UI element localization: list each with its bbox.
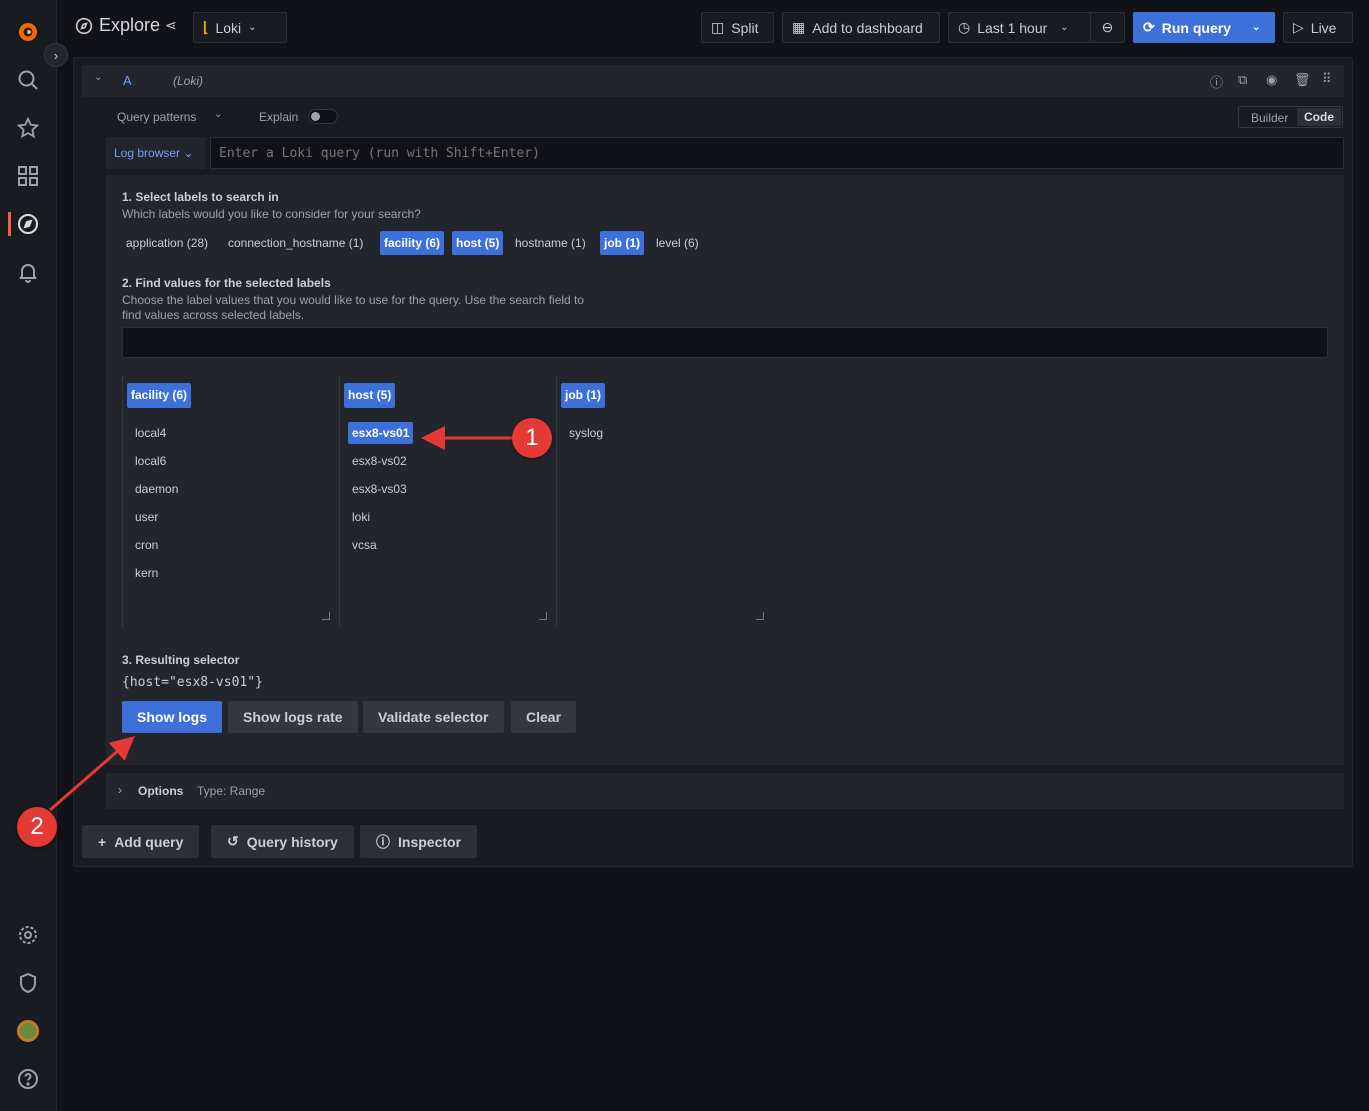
annotation-arrows [49, 426, 512, 812]
annotation-arrow-2 [49, 736, 135, 812]
annotation-badge-2: 2 [17, 807, 57, 847]
annotation-badge-1: 1 [512, 418, 552, 458]
